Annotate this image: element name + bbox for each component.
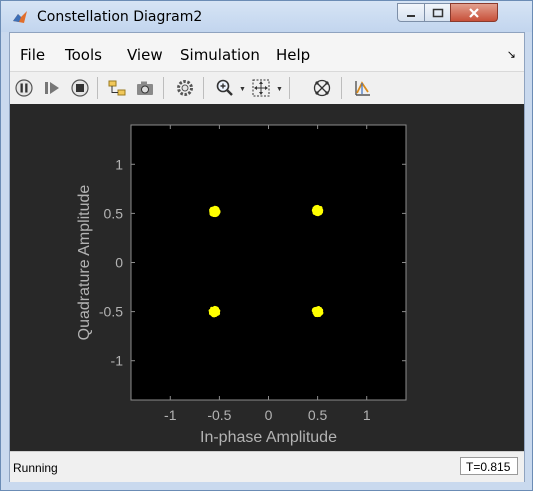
- data-point: [317, 212, 321, 216]
- step-forward-icon: [45, 82, 59, 94]
- x-tick-label: 0: [265, 407, 273, 423]
- x-tick-label: -1: [164, 407, 177, 423]
- constellation-window: Constellation Diagram2 File Tools View S…: [0, 0, 533, 491]
- menu-view[interactable]: View: [127, 46, 163, 64]
- plot-area: -1 -0.5 0 0.5 1 1 0.5 0 -0.5 -1 In-phase Amplitude…: [10, 104, 524, 451]
- dock-arrow-icon[interactable]: ↘: [507, 48, 516, 61]
- stop-button[interactable]: [69, 77, 91, 99]
- autoscale-icon: [252, 79, 270, 97]
- zoom-in-button[interactable]: [214, 77, 236, 99]
- zoom-in-icon: [216, 79, 233, 96]
- toolbar-separator: [163, 77, 164, 99]
- menu-bar: File Tools View Simulation Help ↘: [10, 33, 524, 71]
- data-point: [210, 208, 214, 212]
- signal-selector-button[interactable]: [106, 77, 128, 99]
- data-point: [318, 310, 323, 314]
- zoom-dropdown-icon[interactable]: ▼: [239, 86, 246, 93]
- minimize-icon: [407, 14, 415, 17]
- y-tick-label: 0: [115, 255, 123, 271]
- minimize-button[interactable]: [397, 3, 425, 22]
- settings-button[interactable]: [174, 77, 196, 99]
- close-icon: [469, 7, 479, 18]
- autoscale-dropdown-icon[interactable]: ▼: [276, 86, 283, 93]
- settings-gear-icon: [177, 80, 193, 96]
- toolbar-separator: [97, 77, 98, 99]
- y-tick-label: -1: [111, 353, 124, 369]
- matlab-icon: [13, 11, 27, 23]
- y-tick-label: 1: [115, 156, 123, 172]
- y-axis-label: Quadrature Amplitude: [76, 185, 93, 341]
- data-point: [210, 309, 214, 313]
- data-point: [211, 313, 215, 317]
- toolbar: ▼ ▼: [10, 71, 524, 105]
- x-tick-label: 0.5: [308, 407, 328, 423]
- pause-button[interactable]: [13, 77, 35, 99]
- menu-file[interactable]: File: [20, 46, 45, 64]
- data-point: [316, 205, 320, 209]
- x-tick-label: -0.5: [207, 407, 231, 423]
- maximize-icon: [432, 8, 443, 17]
- status-text: Running: [13, 461, 58, 475]
- data-point: [315, 313, 320, 318]
- window-title: Constellation Diagram2: [37, 9, 203, 25]
- measurement-icon: [355, 81, 370, 96]
- status-bar: Running T=0.815: [10, 451, 524, 482]
- x-tick-label: 1: [363, 407, 371, 423]
- title-bar[interactable]: Constellation Diagram2: [1, 1, 532, 32]
- constellation-settings-button[interactable]: [311, 77, 333, 99]
- y-tick-label: 0.5: [104, 205, 124, 221]
- menu-help[interactable]: Help: [276, 46, 310, 64]
- constellation-settings-icon: [313, 79, 331, 97]
- toolbar-separator: [289, 77, 290, 99]
- x-axis-label: In-phase Amplitude: [200, 429, 337, 446]
- simulation-time: T=0.815: [460, 457, 518, 475]
- toolbar-separator: [203, 77, 204, 99]
- autoscale-button[interactable]: [250, 77, 272, 99]
- menu-simulation[interactable]: Simulation: [180, 46, 260, 64]
- client-area: File Tools View Simulation Help ↘ ▼ ▼ -1…: [9, 32, 525, 482]
- signal-selector-icon: [108, 80, 126, 96]
- toolbar-separator: [341, 77, 342, 99]
- measurement-button[interactable]: [352, 77, 374, 99]
- stop-icon: [71, 79, 89, 97]
- data-point: [217, 210, 221, 215]
- data-point: [212, 213, 216, 217]
- close-button[interactable]: [450, 3, 498, 22]
- data-point: [214, 307, 218, 312]
- snapshot-button[interactable]: [134, 77, 156, 99]
- maximize-button[interactable]: [424, 3, 451, 22]
- data-point: [316, 307, 320, 311]
- data-point: [311, 208, 316, 212]
- constellation-plot[interactable]: -1 -0.5 0 0.5 1 1 0.5 0 -0.5 -1 In-phase Amplitude…: [10, 104, 524, 451]
- menu-tools[interactable]: Tools: [65, 46, 102, 64]
- snapshot-icon: [137, 81, 153, 95]
- pause-icon: [15, 79, 33, 97]
- data-point: [315, 309, 319, 314]
- y-tick-label: -0.5: [99, 304, 123, 320]
- axes-background[interactable]: [130, 124, 407, 401]
- step-forward-button[interactable]: [41, 77, 63, 99]
